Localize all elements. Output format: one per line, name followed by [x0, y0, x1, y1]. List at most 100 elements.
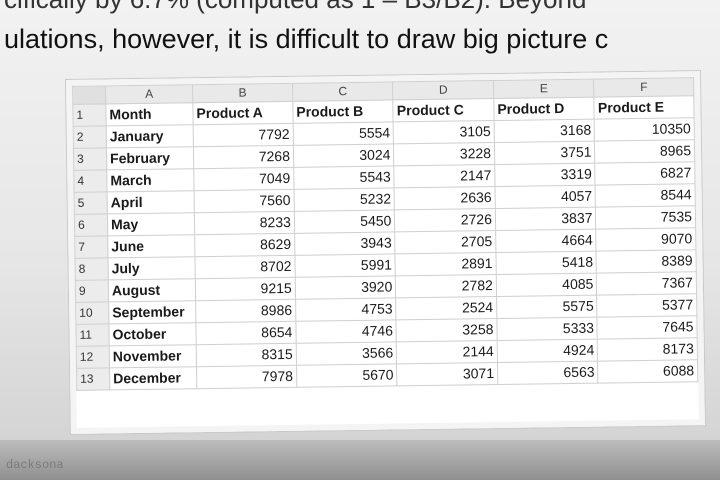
value-cell: 8654: [195, 321, 297, 345]
value-cell: 7535: [595, 205, 696, 230]
row-number: 1: [72, 103, 107, 127]
spreadsheet-figure: A B C D E F 1 Month Product A Product B …: [66, 71, 705, 434]
header-cell-product-d: Product D: [493, 97, 595, 121]
row-number: 4: [73, 169, 108, 193]
row-number: 11: [75, 323, 110, 347]
value-cell: 8986: [195, 299, 296, 323]
value-cell: 2782: [395, 274, 497, 298]
value-cell: 3920: [295, 275, 396, 300]
row-number: 12: [76, 345, 110, 369]
value-cell: 5543: [293, 165, 395, 190]
value-cell: 2636: [394, 186, 496, 210]
value-cell: 4664: [495, 229, 597, 253]
value-cell: 4924: [497, 339, 598, 363]
value-cell: 9215: [195, 277, 296, 301]
value-cell: 2147: [394, 164, 495, 188]
value-cell: 5232: [293, 187, 395, 212]
header-cell-product-e: Product E: [594, 95, 695, 120]
value-cell: 3024: [293, 143, 395, 168]
row-number: 6: [74, 213, 108, 237]
value-cell: 3566: [296, 341, 397, 366]
value-cell: 3751: [494, 141, 596, 165]
value-cell: 2891: [395, 252, 497, 276]
header-cell-product-b: Product B: [292, 99, 394, 124]
value-cell: 3228: [393, 142, 495, 166]
column-header-b: B: [192, 83, 293, 103]
value-cell: 3319: [494, 163, 596, 187]
row-number: 2: [73, 125, 107, 149]
month-cell: December: [109, 366, 197, 390]
value-cell: 7049: [193, 167, 294, 191]
column-header-a: A: [105, 84, 193, 104]
value-cell: 7792: [193, 123, 294, 147]
value-cell: 5450: [294, 209, 396, 234]
value-cell: 8315: [196, 343, 297, 367]
value-cell: 8173: [597, 337, 698, 362]
value-cell: 3258: [396, 318, 498, 342]
value-cell: 4753: [295, 297, 397, 322]
value-cell: 9070: [596, 227, 696, 252]
value-cell: 5575: [496, 295, 598, 319]
value-cell: 7645: [597, 315, 698, 340]
month-cell: February: [106, 146, 194, 170]
value-cell: 3071: [396, 362, 498, 386]
value-cell: 6088: [597, 359, 698, 384]
value-cell: 5333: [496, 317, 598, 341]
value-cell: 5377: [597, 293, 697, 318]
value-cell: 8965: [594, 139, 695, 164]
value-cell: 2524: [395, 296, 497, 320]
bottom-shadow-band: [0, 440, 720, 480]
month-cell: January: [106, 124, 194, 148]
select-all-corner: [72, 85, 106, 105]
footer-partial-text: dacksona: [6, 458, 64, 472]
value-cell: 5991: [294, 253, 396, 278]
spreadsheet-table: A B C D E F 1 Month Product A Product B …: [72, 77, 698, 391]
row-number: 13: [76, 367, 110, 391]
value-cell: 7978: [196, 365, 297, 389]
row-number: 10: [75, 301, 109, 325]
month-cell: April: [107, 190, 195, 214]
row-number: 9: [75, 279, 109, 303]
value-cell: 5418: [495, 251, 597, 275]
value-cell: 4085: [496, 273, 598, 297]
value-cell: 6827: [595, 161, 696, 186]
header-cell-month: Month: [105, 102, 194, 126]
value-cell: 2144: [396, 340, 498, 364]
month-cell: June: [107, 234, 195, 258]
column-header-d: D: [392, 80, 494, 100]
value-cell: 4746: [295, 319, 397, 344]
month-cell: May: [107, 212, 195, 236]
month-cell: November: [109, 344, 197, 368]
column-header-f: F: [594, 77, 694, 98]
value-cell: 3943: [294, 231, 396, 256]
value-cell: 5670: [296, 363, 398, 388]
value-cell: 10350: [594, 117, 695, 142]
month-cell: March: [106, 168, 195, 192]
value-cell: 8544: [595, 183, 696, 208]
body-text-line-2: ulations, however, it is difficult to dr…: [4, 24, 609, 54]
value-cell: 3837: [495, 207, 597, 231]
value-cell: 5554: [292, 121, 394, 146]
body-text-line-1: cifically by 6.7% (computed as 1 – B3/B2…: [4, 0, 586, 15]
month-cell: July: [107, 256, 196, 280]
month-cell: September: [108, 300, 196, 324]
row-number: 8: [74, 257, 109, 281]
value-cell: 2705: [395, 230, 496, 254]
value-cell: 3168: [494, 119, 595, 143]
column-header-e: E: [493, 79, 595, 99]
value-cell: 7268: [193, 145, 294, 169]
value-cell: 3105: [393, 120, 495, 144]
row-number: 5: [74, 191, 108, 215]
column-header-c: C: [292, 81, 394, 102]
value-cell: 8629: [194, 233, 295, 257]
month-cell: October: [108, 322, 197, 346]
value-cell: 7367: [596, 271, 697, 296]
row-number: 3: [73, 147, 107, 171]
value-cell: 8233: [194, 211, 295, 235]
value-cell: 8389: [596, 249, 697, 274]
header-cell-product-c: Product C: [393, 98, 495, 122]
value-cell: 2726: [394, 208, 496, 232]
value-cell: 4057: [494, 185, 596, 209]
header-cell-product-a: Product A: [192, 101, 293, 125]
value-cell: 8702: [194, 255, 296, 279]
